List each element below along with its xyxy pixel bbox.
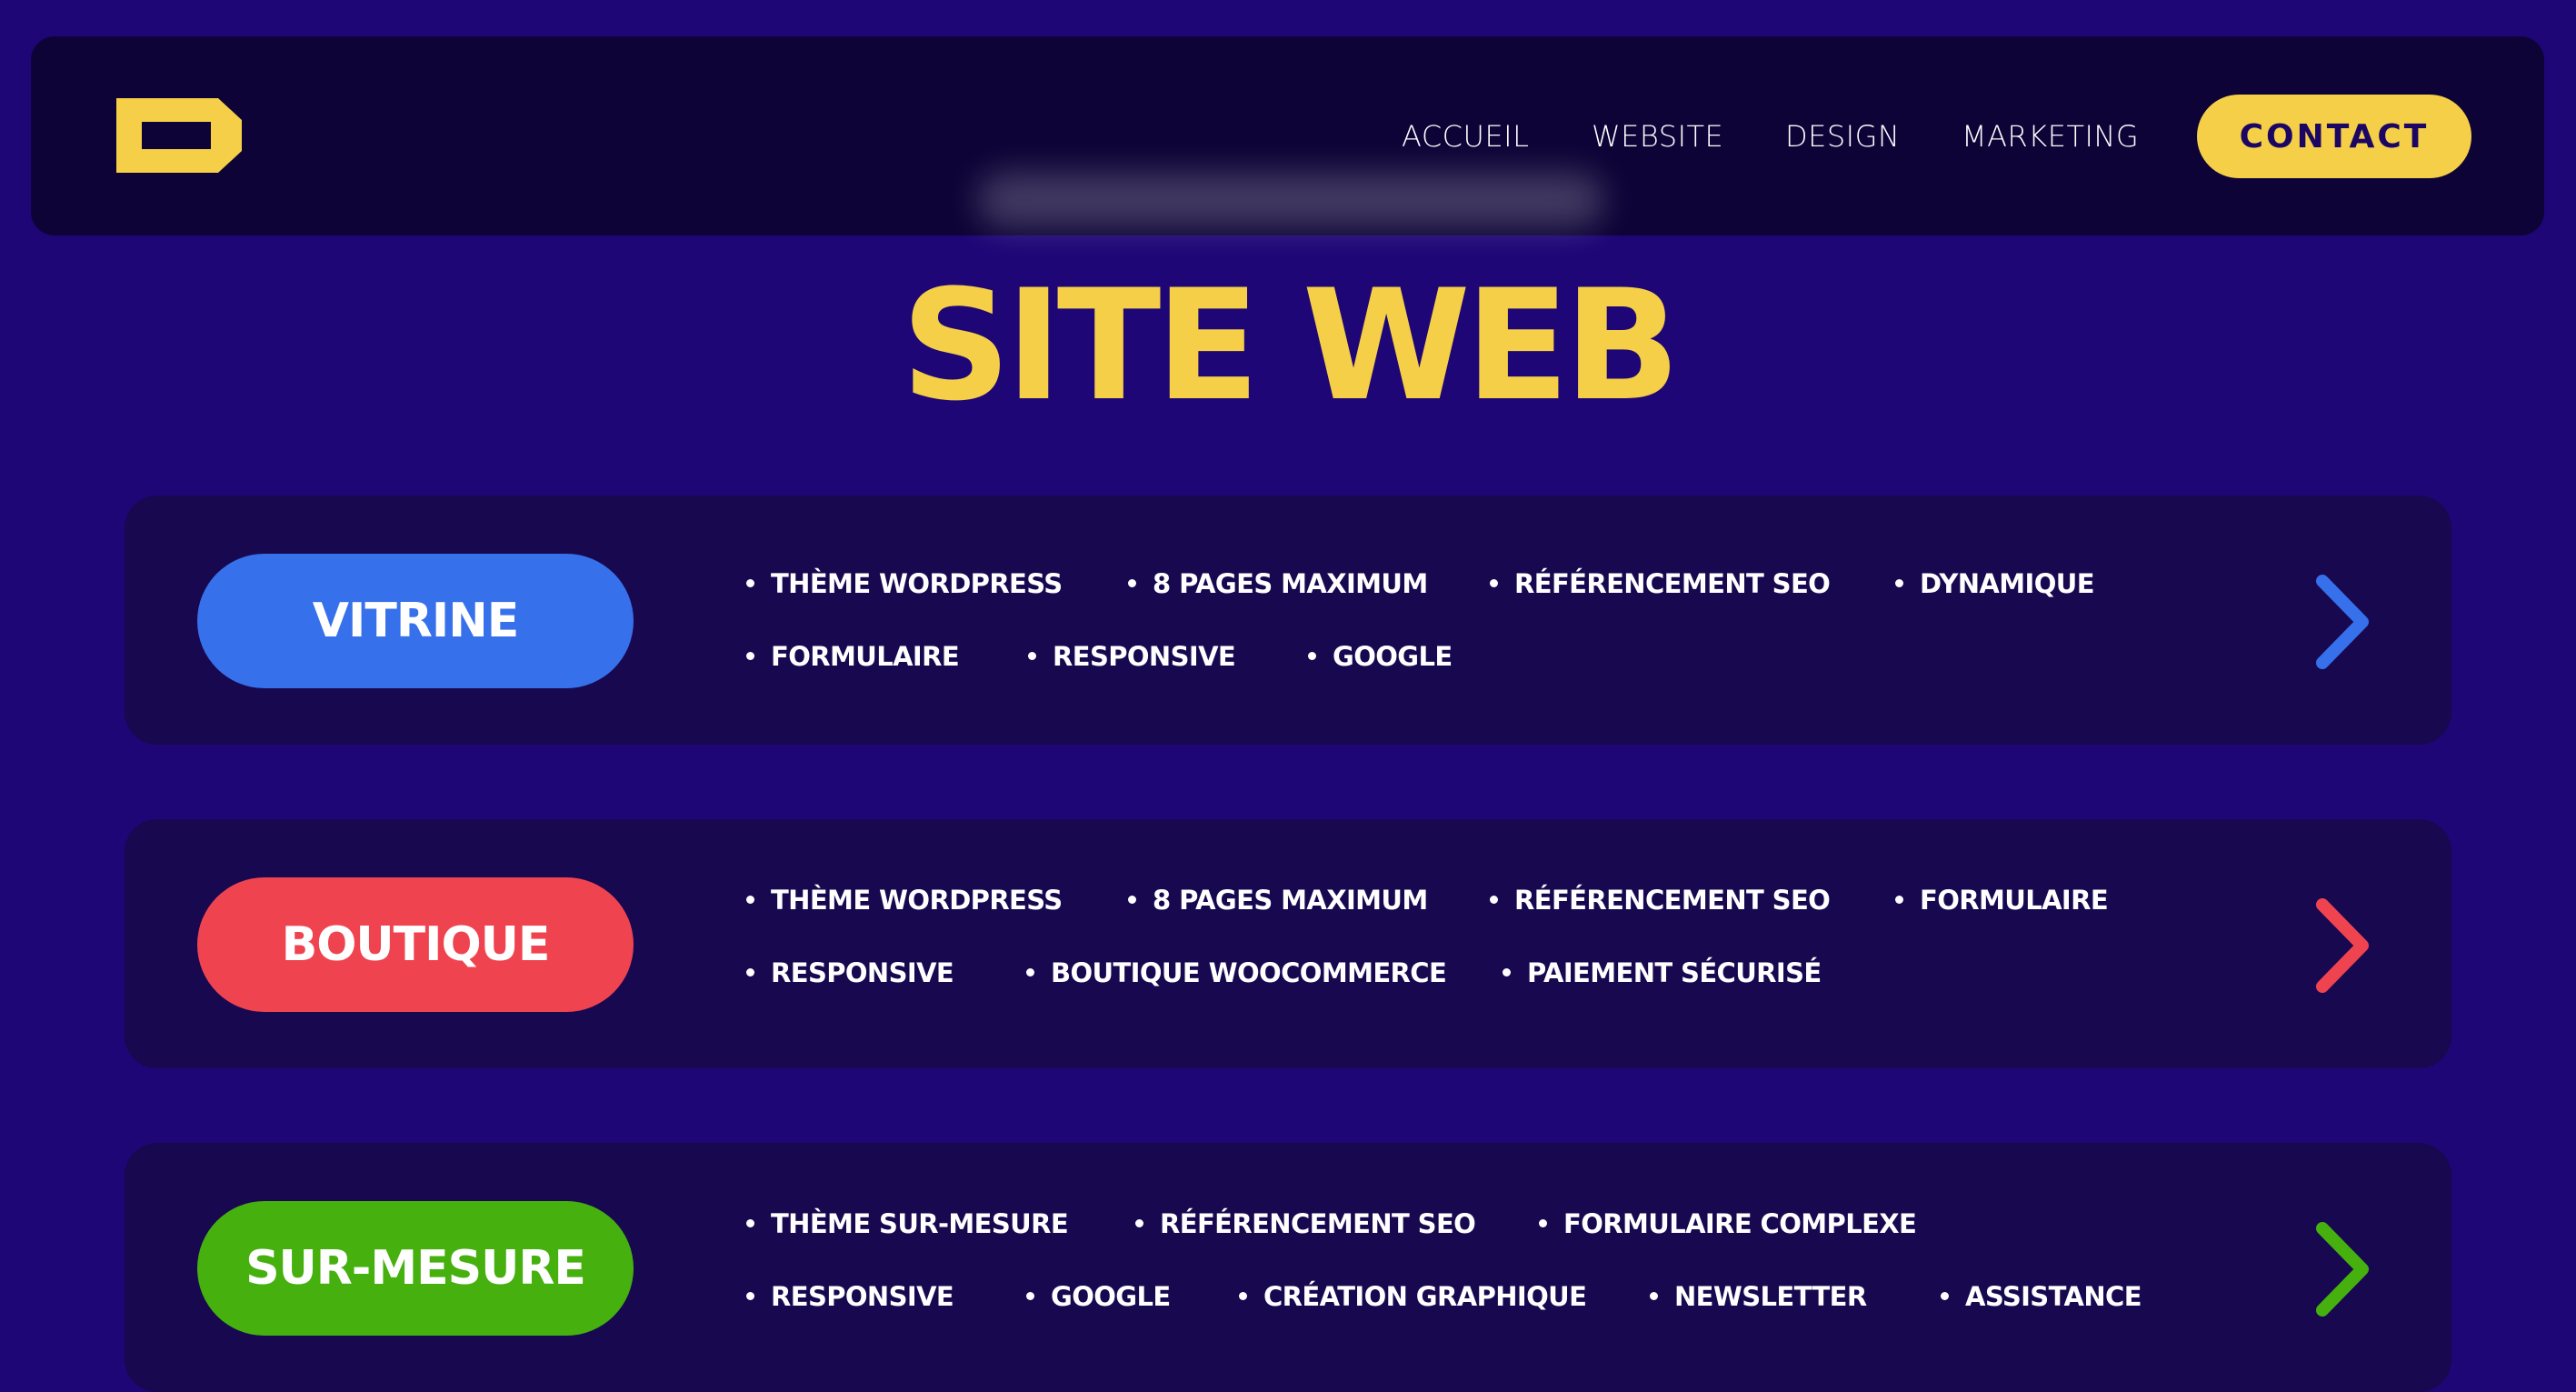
chevron-right-icon[interactable] (2306, 1219, 2379, 1319)
feature-item: RESPONSIVE (746, 956, 954, 989)
feature-item: THÈME WORDPRESS (746, 567, 1063, 600)
offer-card-sur-mesure: SUR-MESURE THÈME SUR-MESURE RÉFÉRENCEMEN… (125, 1143, 2451, 1392)
offer-pill-boutique[interactable]: BOUTIQUE (197, 877, 634, 1012)
nav-link-design[interactable]: DESIGN (1785, 118, 1900, 155)
nav-link-accueil[interactable]: ACCUEIL (1402, 118, 1529, 155)
feature-item: GOOGLE (1308, 640, 1453, 673)
feature-item: RÉFÉRENCEMENT SEO (1490, 567, 1831, 600)
feature-item: THÈME WORDPRESS (746, 884, 1063, 916)
feature-item: FORMULAIRE (746, 640, 960, 673)
feature-item: RÉFÉRENCEMENT SEO (1135, 1207, 1476, 1240)
feature-item: CRÉATION GRAPHIQUE (1239, 1280, 1587, 1313)
feature-item: THÈME SUR-MESURE (746, 1207, 1069, 1240)
offer-card-vitrine: VITRINE THÈME WORDPRESS 8 PAGES MAXIMUM … (125, 496, 2451, 745)
feature-item: 8 PAGES MAXIMUM (1128, 567, 1428, 600)
offer-card-boutique: BOUTIQUE THÈME WORDPRESS 8 PAGES MAXIMUM… (125, 819, 2451, 1068)
feature-item: BOUTIQUE WOOCOMMERCE (1026, 956, 1447, 989)
main-nav: ACCUEIL WEBSITE DESIGN MARKETING (31, 36, 2544, 235)
feature-item: FORMULAIRE (1895, 884, 2109, 916)
feature-item: GOOGLE (1026, 1280, 1171, 1313)
nav-link-website[interactable]: WEBSITE (1592, 118, 1723, 155)
nav-link-marketing[interactable]: MARKETING (1962, 118, 2139, 155)
site-header: ACCUEIL WEBSITE DESIGN MARKETING CONTACT (31, 36, 2544, 235)
feature-item: RÉFÉRENCEMENT SEO (1490, 884, 1831, 916)
contact-button[interactable]: CONTACT (2197, 95, 2471, 178)
feature-item: RESPONSIVE (746, 1280, 954, 1313)
offer-pill-vitrine[interactable]: VITRINE (197, 554, 634, 688)
feature-item: 8 PAGES MAXIMUM (1128, 884, 1428, 916)
feature-item: PAIEMENT SÉCURISÉ (1503, 956, 1822, 989)
feature-item: DYNAMIQUE (1895, 567, 2095, 600)
feature-item: RESPONSIVE (1028, 640, 1236, 673)
chevron-right-icon[interactable] (2306, 572, 2379, 672)
feature-item: FORMULAIRE COMPLEXE (1539, 1207, 1917, 1240)
feature-item: NEWSLETTER (1650, 1280, 1867, 1313)
page-title: SITE WEB (901, 256, 1680, 435)
offer-pill-sur-mesure[interactable]: SUR-MESURE (197, 1201, 634, 1336)
feature-item: ASSISTANCE (1941, 1280, 2142, 1313)
chevron-right-icon[interactable] (2306, 896, 2379, 996)
